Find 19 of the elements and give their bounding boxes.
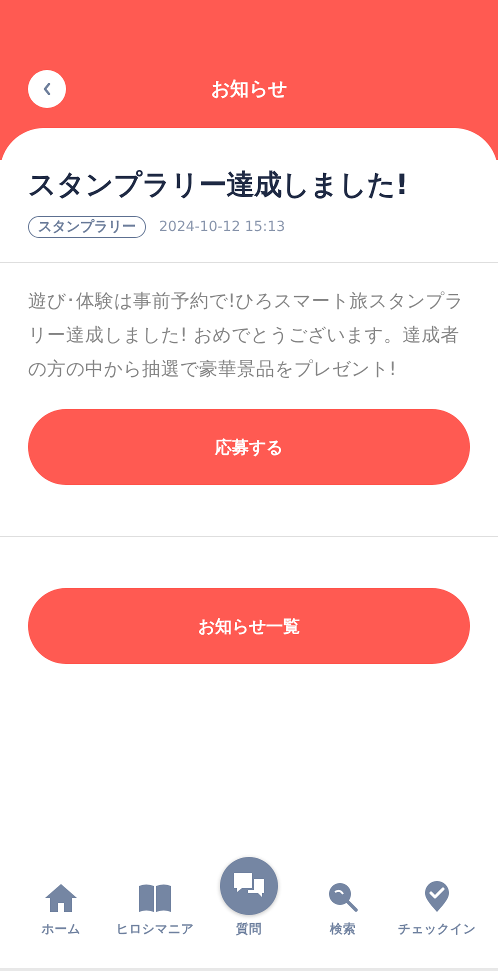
back-button[interactable] — [28, 70, 66, 108]
apply-button[interactable]: 応募する — [28, 409, 470, 485]
nav-tab[interactable]: 検索 — [296, 843, 390, 968]
chat-question-icon — [220, 857, 278, 915]
page-title: お知らせ — [211, 78, 287, 100]
home-icon — [44, 883, 78, 913]
map-pin-check-icon — [422, 881, 452, 913]
notice-title: スタンプラリー達成しました! — [28, 167, 409, 203]
nav-tab[interactable]: 質問 — [202, 843, 296, 968]
notice-list-button[interactable]: お知らせ一覧 — [28, 588, 470, 664]
nav-tab[interactable]: ヒロシマニア — [108, 843, 202, 968]
nav-tab[interactable]: ホーム — [14, 843, 108, 968]
category-tag: スタンプラリー — [28, 216, 146, 238]
nav-tab[interactable]: チェックイン — [390, 843, 484, 968]
notice-date: 2024-10-12 15:13 — [159, 219, 286, 235]
notice-body: 遊び･体験は事前予約で!ひろスマート旅スタンプラリー達成しました! おめでとうございます。達成者の方の中から抽選で豪華景品をプレゼント! — [27, 290, 464, 382]
chevron-left-icon — [43, 83, 51, 95]
book-icon — [138, 883, 172, 913]
search-icon — [326, 881, 360, 913]
